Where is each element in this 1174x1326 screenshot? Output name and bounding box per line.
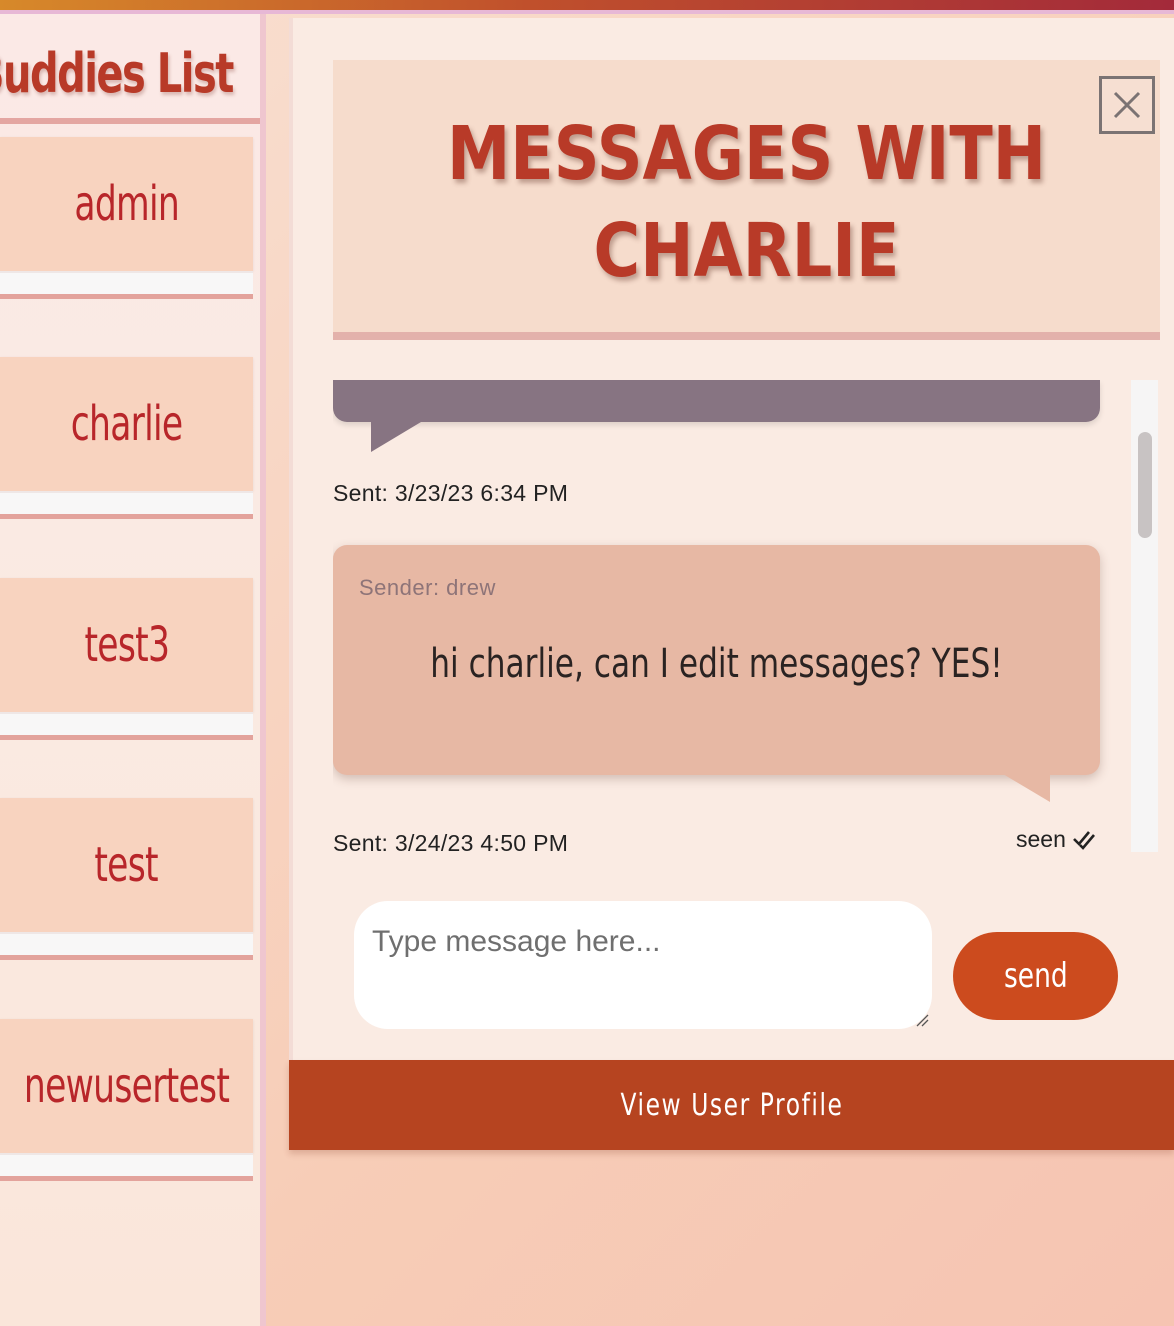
message-timestamp: Sent: 3/23/23 6:34 PM bbox=[333, 480, 569, 506]
buddy-name: charlie bbox=[70, 396, 183, 452]
top-accent-stripe bbox=[0, 0, 1174, 14]
buddy-item-charlie[interactable]: charlie bbox=[0, 357, 253, 519]
double-check-icon bbox=[1072, 830, 1095, 850]
buddy-divider bbox=[0, 491, 253, 519]
message-bubble bbox=[333, 380, 1100, 422]
sidebar-title-divider bbox=[0, 118, 260, 124]
chat-title-line1: MESSAGES WITH bbox=[446, 111, 1047, 197]
seen-label: seen bbox=[1016, 826, 1066, 852]
buddy-card[interactable]: test bbox=[0, 798, 253, 932]
message-bubble-tail bbox=[371, 422, 421, 452]
scrollbar-thumb[interactable] bbox=[1138, 432, 1152, 538]
buddies-sidebar: Buddies List admin charlie test3 test ne… bbox=[0, 14, 266, 1326]
send-button[interactable]: send bbox=[953, 932, 1118, 1020]
buddy-card[interactable]: newusertest bbox=[0, 1019, 253, 1153]
buddy-item-newusertest[interactable]: newusertest bbox=[0, 1019, 253, 1181]
message-input[interactable] bbox=[354, 901, 932, 1029]
buddy-card[interactable]: admin bbox=[0, 137, 253, 271]
message-bubble: Sender: drew hi charlie, can I edit mess… bbox=[333, 545, 1100, 775]
close-button[interactable] bbox=[1099, 76, 1155, 134]
message-text: hi charlie, can I edit messages? YES! bbox=[430, 641, 1003, 687]
buddy-item-test[interactable]: test bbox=[0, 798, 253, 960]
buddy-name: admin bbox=[74, 176, 179, 232]
buddy-card[interactable]: test3 bbox=[0, 578, 253, 712]
send-button-label: send bbox=[1003, 956, 1068, 996]
buddy-card[interactable]: charlie bbox=[0, 357, 253, 491]
seen-status: seen bbox=[1016, 826, 1096, 852]
buddy-name: test bbox=[94, 837, 159, 893]
chat-title-line2: CHARLIE bbox=[593, 208, 900, 294]
resize-grip-icon[interactable] bbox=[915, 1013, 929, 1027]
close-icon bbox=[1113, 91, 1141, 119]
buddy-item-test3[interactable]: test3 bbox=[0, 578, 253, 740]
message-bubble-tail bbox=[1003, 774, 1050, 802]
buddy-divider bbox=[0, 712, 253, 740]
message-scrollbar[interactable] bbox=[1131, 380, 1158, 852]
message-sender: Sender: drew bbox=[359, 575, 496, 600]
buddy-name: newusertest bbox=[23, 1058, 230, 1114]
buddy-divider bbox=[0, 271, 253, 299]
buddy-name: test3 bbox=[84, 617, 169, 673]
buddy-divider bbox=[0, 1153, 253, 1181]
chat-header: MESSAGES WITH CHARLIE bbox=[333, 60, 1160, 340]
buddy-item-admin[interactable]: admin bbox=[0, 137, 253, 299]
message-timestamp: Sent: 3/24/23 4:50 PM bbox=[333, 830, 569, 852]
buddy-divider bbox=[0, 932, 253, 960]
sidebar-title: Buddies List bbox=[0, 42, 234, 105]
chat-title: MESSAGES WITH CHARLIE bbox=[391, 106, 1102, 300]
message-list: Sent: 3/23/23 6:34 PM Sender: drew hi ch… bbox=[333, 380, 1158, 852]
view-user-profile-button[interactable]: View User Profile bbox=[289, 1060, 1174, 1150]
view-user-profile-label: View User Profile bbox=[619, 1087, 844, 1123]
